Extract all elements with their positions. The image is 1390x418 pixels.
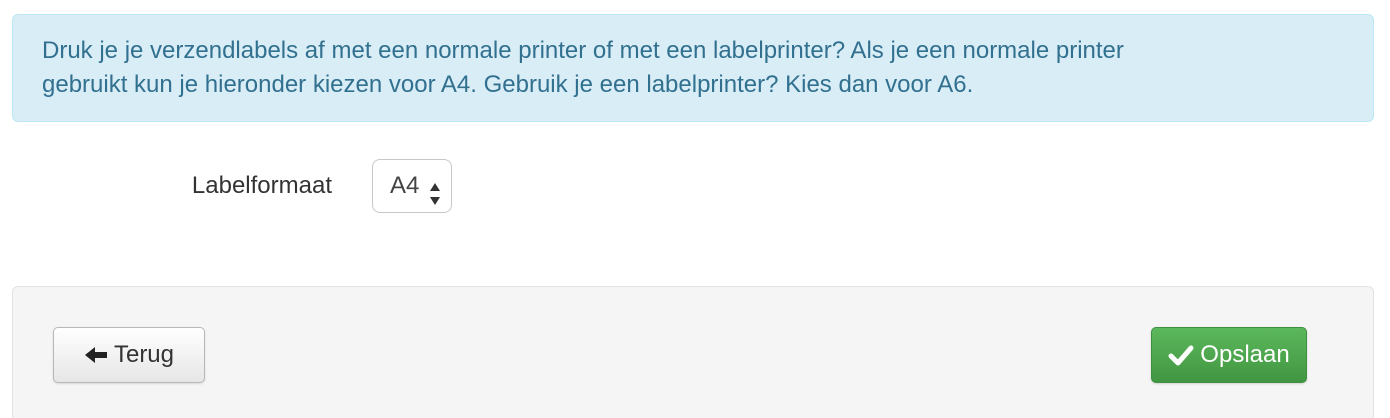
label-format-row: Labelformaat A4 <box>0 158 1390 214</box>
alert-text-line-2: gebruikt kun je hieronder kiezen voor A4… <box>42 71 974 98</box>
save-button[interactable]: Opslaan <box>1151 327 1307 383</box>
alert-text-line-1: Druk je je verzendlabels af met een norm… <box>42 37 1124 64</box>
checkmark-icon <box>1168 344 1194 366</box>
label-format-label: Labelformaat <box>191 172 332 199</box>
select-arrows-icon <box>429 174 441 205</box>
label-format-select[interactable]: A4 <box>372 159 452 213</box>
label-format-selected-value: A4 <box>390 172 420 199</box>
arrow-left-icon <box>84 345 108 365</box>
form-actions-footer: Terug Opslaan <box>12 286 1374 418</box>
back-button[interactable]: Terug <box>53 327 205 383</box>
save-button-label: Opslaan <box>1200 341 1290 368</box>
back-button-label: Terug <box>113 341 175 368</box>
info-alert: Druk je je verzendlabels af met een norm… <box>12 14 1374 122</box>
